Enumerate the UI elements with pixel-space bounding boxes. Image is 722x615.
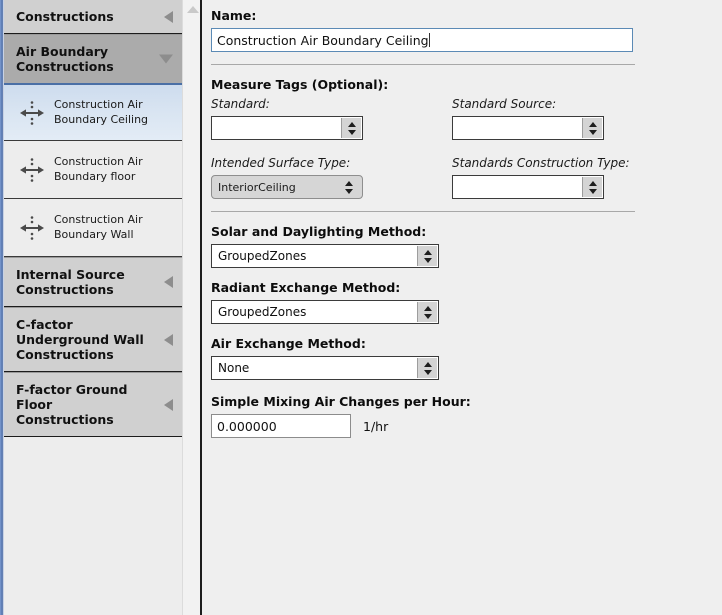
sidebar-section-label: C-factor Underground Wall Constructions: [16, 317, 144, 362]
air-boundary-icon: [10, 211, 54, 245]
radiant-exchange-method-label: Radiant Exchange Method:: [211, 280, 401, 295]
air-exchange-method-select[interactable]: None: [211, 356, 439, 380]
standard-select[interactable]: [211, 116, 363, 140]
air-boundary-icon: [10, 96, 54, 130]
intended-surface-type-value: InteriorCeiling: [218, 180, 296, 194]
caret-left-icon: [164, 398, 173, 411]
arrow-up-icon: [345, 180, 353, 186]
list-item-label: Construction Air Boundary floor: [54, 155, 143, 183]
arrow-up-icon: [423, 305, 432, 311]
simple-mixing-air-changes-input[interactable]: 0.000000: [211, 414, 351, 438]
solar-daylighting-method-label: Solar and Daylighting Method:: [211, 224, 427, 239]
arrow-down-icon: [345, 188, 353, 194]
list-item-label: Construction Air Boundary Ceiling: [54, 98, 149, 126]
spinner-arrows-icon[interactable]: [582, 177, 602, 197]
name-label: Name:: [211, 8, 257, 23]
arrow-down-icon: [423, 313, 432, 319]
air-exchange-method-label: Air Exchange Method:: [211, 336, 366, 351]
application-window: Constructions Air Boundary Constructions: [0, 0, 722, 615]
sidebar-section-air-boundary-constructions[interactable]: Air Boundary Constructions: [4, 34, 182, 84]
radiant-exchange-method-select[interactable]: GroupedZones: [211, 300, 439, 324]
solar-daylighting-method-value: GroupedZones: [218, 249, 307, 263]
spinner-arrows-icon[interactable]: [582, 118, 602, 138]
standards-construction-type-select[interactable]: [452, 175, 604, 199]
intended-surface-type-select[interactable]: InteriorCeiling: [211, 175, 363, 199]
simple-mixing-row: 0.000000 1/hr: [211, 414, 722, 438]
measure-tags-row-1: Standard: Standard Source:: [211, 97, 722, 140]
spinner-arrows-icon[interactable]: [341, 118, 361, 138]
arrow-up-icon: [347, 121, 356, 127]
standard-source-select[interactable]: [452, 116, 604, 140]
arrow-down-icon: [347, 129, 356, 135]
arrow-up-icon: [423, 361, 432, 367]
sidebar-panel: Constructions Air Boundary Constructions: [4, 0, 182, 615]
arrow-down-icon: [588, 129, 597, 135]
name-input-value: Construction Air Boundary Ceiling: [217, 32, 429, 48]
standards-construction-type-label: Standards Construction Type:: [452, 156, 630, 170]
radiant-exchange-method-value: GroupedZones: [218, 305, 307, 319]
simple-mixing-air-changes-value: 0.000000: [217, 418, 277, 434]
air-exchange-method-value: None: [218, 361, 250, 375]
divider-2: [211, 211, 635, 212]
caret-left-icon: [164, 333, 173, 346]
caret-left-icon: [164, 10, 173, 23]
spinner-arrows-icon[interactable]: [339, 177, 359, 197]
simple-mixing-air-changes-label: Simple Mixing Air Changes per Hour:: [211, 394, 471, 409]
chevron-up-icon[interactable]: [186, 6, 199, 13]
air-boundary-icon: [10, 153, 54, 187]
list-item-construction-air-boundary-ceiling[interactable]: Construction Air Boundary Ceiling: [4, 83, 182, 141]
measure-tags-row-2: Intended Surface Type: InteriorCeiling S…: [211, 156, 722, 199]
text-cursor: [428, 33, 430, 47]
spinner-arrows-icon[interactable]: [417, 358, 437, 378]
sidebar-section-label: Constructions: [16, 9, 114, 24]
sidebar-section-constructions[interactable]: Constructions: [4, 0, 182, 34]
list-item-construction-air-boundary-wall[interactable]: Construction Air Boundary Wall: [4, 199, 182, 257]
arrow-down-icon: [423, 369, 432, 375]
list-item-construction-air-boundary-floor[interactable]: Construction Air Boundary floor: [4, 141, 182, 199]
intended-surface-type-label: Intended Surface Type:: [211, 156, 351, 170]
divider-1: [211, 64, 635, 65]
arrow-up-icon: [588, 180, 597, 186]
spinner-arrows-icon[interactable]: [417, 302, 437, 322]
standard-source-label: Standard Source:: [452, 97, 557, 111]
name-input[interactable]: Construction Air Boundary Ceiling: [211, 28, 633, 52]
sidebar-section-label: Internal Source Constructions: [16, 267, 125, 297]
sidebar-section-f-factor-ground-floor-constructions[interactable]: F-factor Ground Floor Constructions: [4, 372, 182, 437]
list-item-label: Construction Air Boundary Wall: [54, 213, 143, 241]
caret-left-icon: [164, 276, 173, 288]
sidebar-section-c-factor-underground-wall-constructions[interactable]: C-factor Underground Wall Constructions: [4, 307, 182, 372]
arrow-down-icon: [423, 257, 432, 263]
sidebar-section-label: F-factor Ground Floor Constructions: [16, 382, 128, 427]
sidebar-section-label: Air Boundary Constructions: [16, 44, 114, 74]
arrow-down-icon: [588, 188, 597, 194]
arrow-up-icon: [588, 121, 597, 127]
caret-down-icon: [159, 54, 173, 64]
panel-splitter-scrollbar[interactable]: [182, 0, 202, 615]
arrow-up-icon: [423, 249, 432, 255]
solar-daylighting-method-select[interactable]: GroupedZones: [211, 244, 439, 268]
sidebar-section-internal-source-constructions[interactable]: Internal Source Constructions: [4, 257, 182, 307]
construction-properties-form: Name: Construction Air Boundary Ceiling …: [202, 0, 722, 615]
construction-accordion: Constructions Air Boundary Constructions: [4, 0, 182, 437]
air-boundary-items-list: Construction Air Boundary Ceiling Constr…: [4, 83, 182, 257]
spinner-arrows-icon[interactable]: [417, 246, 437, 266]
standard-label: Standard:: [211, 97, 270, 111]
measure-tags-label: Measure Tags (Optional):: [211, 77, 389, 92]
simple-mixing-unit-label: 1/hr: [363, 418, 389, 434]
